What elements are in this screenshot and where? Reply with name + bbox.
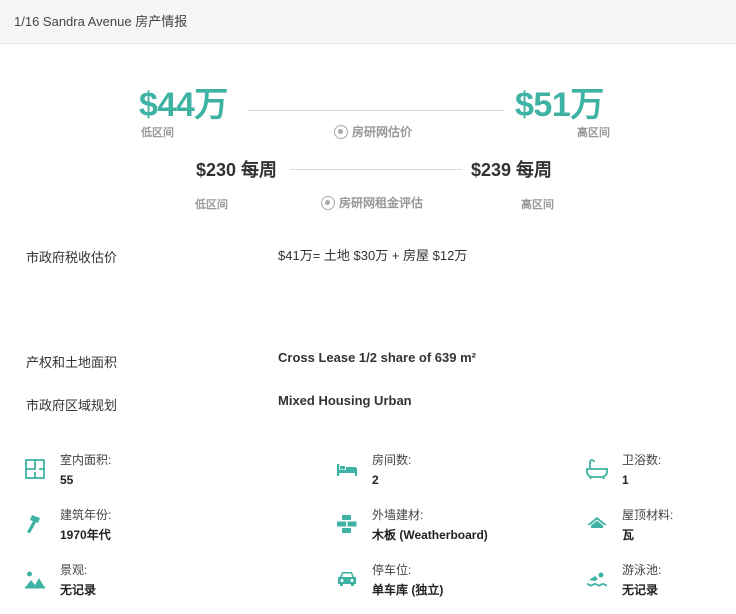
feature-exterior: 外墙建材: 木板 (Weatherboard)	[336, 507, 488, 543]
zoning-value: Mixed Housing Urban	[278, 393, 412, 408]
title-land-area-label: 产权和土地面积	[26, 355, 118, 370]
rent-high-label: 高区间	[521, 199, 554, 211]
feature-value: 木板 (Weatherboard)	[372, 528, 488, 542]
feature-floor-area: 室内面积: 55	[24, 452, 111, 488]
feature-label: 卫浴数:	[622, 453, 662, 467]
feature-bedrooms: 房间数: 2	[336, 452, 411, 488]
landscape-icon	[25, 571, 45, 589]
rent-range-line	[290, 169, 462, 170]
feature-parking: 停车位: 单车库 (独立)	[336, 562, 443, 598]
tax-valuation-label: 市政府税收估价	[26, 250, 118, 265]
title-land-area-value: Cross Lease 1/2 share of 639 m²	[278, 350, 476, 365]
rent-estimate-caption: 房研网租金评估	[321, 194, 423, 211]
feature-label: 屋顶材料:	[622, 508, 674, 522]
rent-high-price: $239 每周	[471, 160, 553, 180]
feature-value: 2	[372, 473, 379, 487]
sale-low-label: 低区间	[141, 127, 174, 139]
feature-label: 外墙建材:	[372, 508, 424, 522]
brick-wall-icon	[337, 515, 357, 533]
sale-low-price: $44万	[139, 86, 228, 124]
sale-estimate-caption: 房研网估价	[334, 123, 412, 140]
feature-value: 单车库 (独立)	[372, 583, 444, 597]
site-logo-icon	[334, 124, 348, 139]
bathtub-icon	[586, 459, 608, 480]
feature-bathrooms: 卫浴数: 1	[586, 452, 661, 488]
feature-label: 游泳池:	[622, 563, 662, 577]
rent-low-label: 低区间	[195, 199, 228, 211]
feature-value: 无记录	[60, 583, 97, 597]
feature-value: 无记录	[622, 583, 659, 597]
sale-high-label: 高区间	[577, 127, 610, 139]
feature-value: 1	[622, 473, 629, 487]
feature-label: 室内面积:	[60, 453, 112, 467]
swimmer-icon	[587, 572, 607, 587]
page-title: 1/16 Sandra Avenue 房产情报	[14, 14, 188, 29]
sale-high-price: $51万	[515, 86, 604, 124]
feature-value: 1970年代	[60, 528, 111, 542]
feature-pool: 游泳池: 无记录	[586, 562, 661, 598]
feature-value: 瓦	[622, 528, 635, 542]
feature-label: 停车位:	[372, 563, 412, 577]
sale-range-line	[247, 110, 505, 111]
floor-plan-icon	[25, 459, 45, 479]
page-header: 1/16 Sandra Avenue 房产情报	[0, 0, 736, 44]
feature-label: 房间数:	[372, 453, 412, 467]
bed-icon	[337, 464, 357, 476]
feature-view: 景观: 无记录	[24, 562, 96, 598]
sale-caption-text: 房研网估价	[352, 125, 413, 139]
feature-label: 景观:	[60, 563, 88, 577]
car-icon	[338, 572, 356, 586]
site-logo-icon	[321, 195, 335, 210]
feature-roof: 屋顶材料: 瓦	[586, 507, 673, 543]
hammer-icon	[27, 515, 40, 534]
roof-icon	[587, 517, 607, 528]
zoning-label: 市政府区域规划	[26, 398, 118, 413]
rent-low-price: $230 每周	[196, 160, 278, 180]
feature-value: 55	[60, 473, 74, 487]
tax-valuation-value: $41万= 土地 $30万 + 房屋 $12万	[278, 248, 468, 263]
feature-build-year: 建筑年份: 1970年代	[24, 507, 111, 543]
feature-label: 建筑年份:	[60, 508, 112, 522]
rent-caption-text: 房研网租金评估	[339, 196, 424, 210]
